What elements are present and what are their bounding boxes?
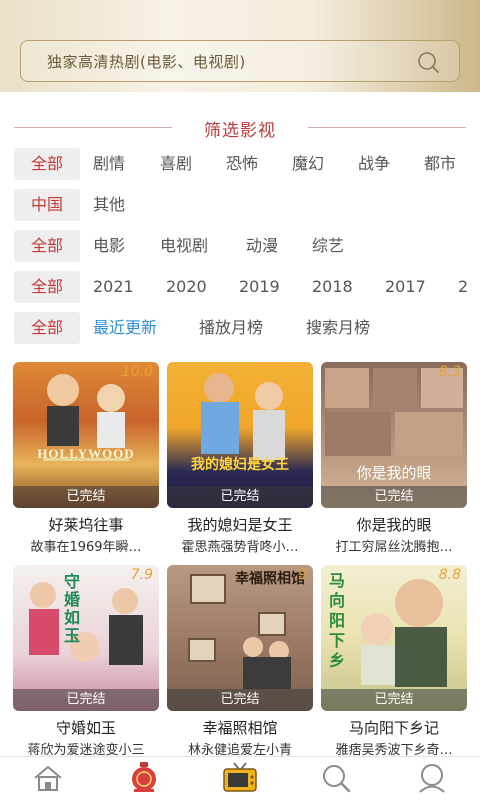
filter-chip[interactable]: 播放月榜 [199,312,263,344]
card-description: 霍思燕强势背咚小… [181,540,299,555]
status-badge: 已完结 [167,689,313,711]
card-title[interactable]: 马向阳下乡记 [321,717,467,738]
profile-icon[interactable] [414,761,450,795]
filter-chip[interactable]: 搜索月榜 [306,312,370,344]
filter-row-genre: 全部 剧情 喜剧 恐怖 魔幻 战争 都市 [0,148,480,180]
filter-chip[interactable]: 电影 [93,230,125,262]
poster-text: HOLLYWOOD [37,446,135,461]
card-title[interactable]: 好莱坞往事 [13,514,159,535]
poster-image[interactable]: 守婚如玉 7.9 已完结 [13,565,159,711]
score-badge: 9 [298,567,307,583]
poster-image[interactable]: 你是我的眼 8.3 已完结 [321,362,467,508]
filter-chip[interactable]: 2021 [93,271,134,303]
score-badge: 8.3 [438,364,461,380]
poster-image[interactable]: 我的媳妇是女王 已完结 [167,362,313,508]
header: 独家高清热剧(电影、电视剧) [0,0,480,92]
filter-chip-selected[interactable]: 全部 [14,312,80,344]
poster-text: 你是我的眼 [356,464,432,482]
card-title[interactable]: 幸福照相馆 [167,717,313,738]
card-title[interactable]: 你是我的眼 [321,514,467,535]
filter-title: 筛选影视 [204,121,276,141]
poster-text: 马向阳下乡 [329,571,346,670]
poster-image[interactable]: 幸福照相馆 9 已完结 [167,565,313,711]
filter-chip[interactable]: 都市 [424,148,456,180]
filter-chip[interactable]: 综艺 [312,230,344,262]
filter-row-type: 全部 电影 电视剧 动漫 综艺 [0,230,480,262]
poster-image[interactable]: HOLLYWOOD 10.0 已完结 [13,362,159,508]
bottom-nav [0,756,480,800]
filter-row-region: 中国 其他 [0,189,480,221]
filter-row-sort: 全部 最近更新 播放月榜 搜索月榜 [0,312,480,344]
card-description: 打工穷屌丝沈腾抱… [335,540,453,555]
filter-chip[interactable]: 恐怖 [226,148,258,180]
filter-chip[interactable]: 电视剧 [160,230,208,262]
status-badge: 已完结 [321,689,467,711]
filter-chip[interactable]: 其他 [93,189,125,221]
card-title[interactable]: 我的媳妇是女王 [167,514,313,535]
score-badge: 7.9 [130,567,153,583]
filter-chip[interactable]: 战争 [358,148,390,180]
card-title[interactable]: 守婚如玉 [13,717,159,738]
score-badge: 8.8 [438,567,461,583]
search-input[interactable]: 独家高清热剧(电影、电视剧) [20,40,460,82]
filter-chip-selected[interactable]: 中国 [14,189,80,221]
filter-chip-selected[interactable]: 全部 [14,230,80,262]
filter-row-year: 全部 2021 2020 2019 2018 2017 2 [0,271,480,303]
search-icon[interactable] [318,761,354,795]
filter-chip[interactable]: 剧情 [93,148,125,180]
poster-image[interactable]: 马向阳下乡 8.8 已完结 [321,565,467,711]
home-icon[interactable] [30,761,66,795]
filter-chip-selected[interactable]: 全部 [14,271,80,303]
filter-chip[interactable]: 魔幻 [292,148,324,180]
filter-chip-active[interactable]: 最近更新 [93,312,157,344]
poster-text: 守婚如玉 [63,572,80,645]
filter-chip-selected[interactable]: 全部 [14,148,80,180]
filter-chip[interactable]: 2020 [166,271,207,303]
tv-icon[interactable] [222,761,258,795]
status-badge: 已完结 [13,486,159,508]
recommend-icon[interactable] [126,761,162,795]
filter-chip[interactable]: 2019 [239,271,280,303]
status-badge: 已完结 [167,486,313,508]
divider-right [308,127,466,128]
filter-chip[interactable]: 2018 [312,271,353,303]
search-placeholder: 独家高清热剧(电影、电视剧) [47,53,246,71]
search-icon[interactable] [415,49,441,75]
filter-chip[interactable]: 2 [458,271,468,303]
score-badge: 10.0 [121,364,153,380]
card-description: 故事在1969年瞬… [30,540,142,555]
filter-chip[interactable]: 喜剧 [160,148,192,180]
status-badge: 已完结 [13,689,159,711]
filter-section-header: 筛选影视 [14,112,466,142]
filter-chip[interactable]: 动漫 [246,230,278,262]
filter-chip[interactable]: 2017 [385,271,426,303]
status-badge: 已完结 [321,486,467,508]
poster-text: 我的媳妇是女王 [191,457,289,473]
